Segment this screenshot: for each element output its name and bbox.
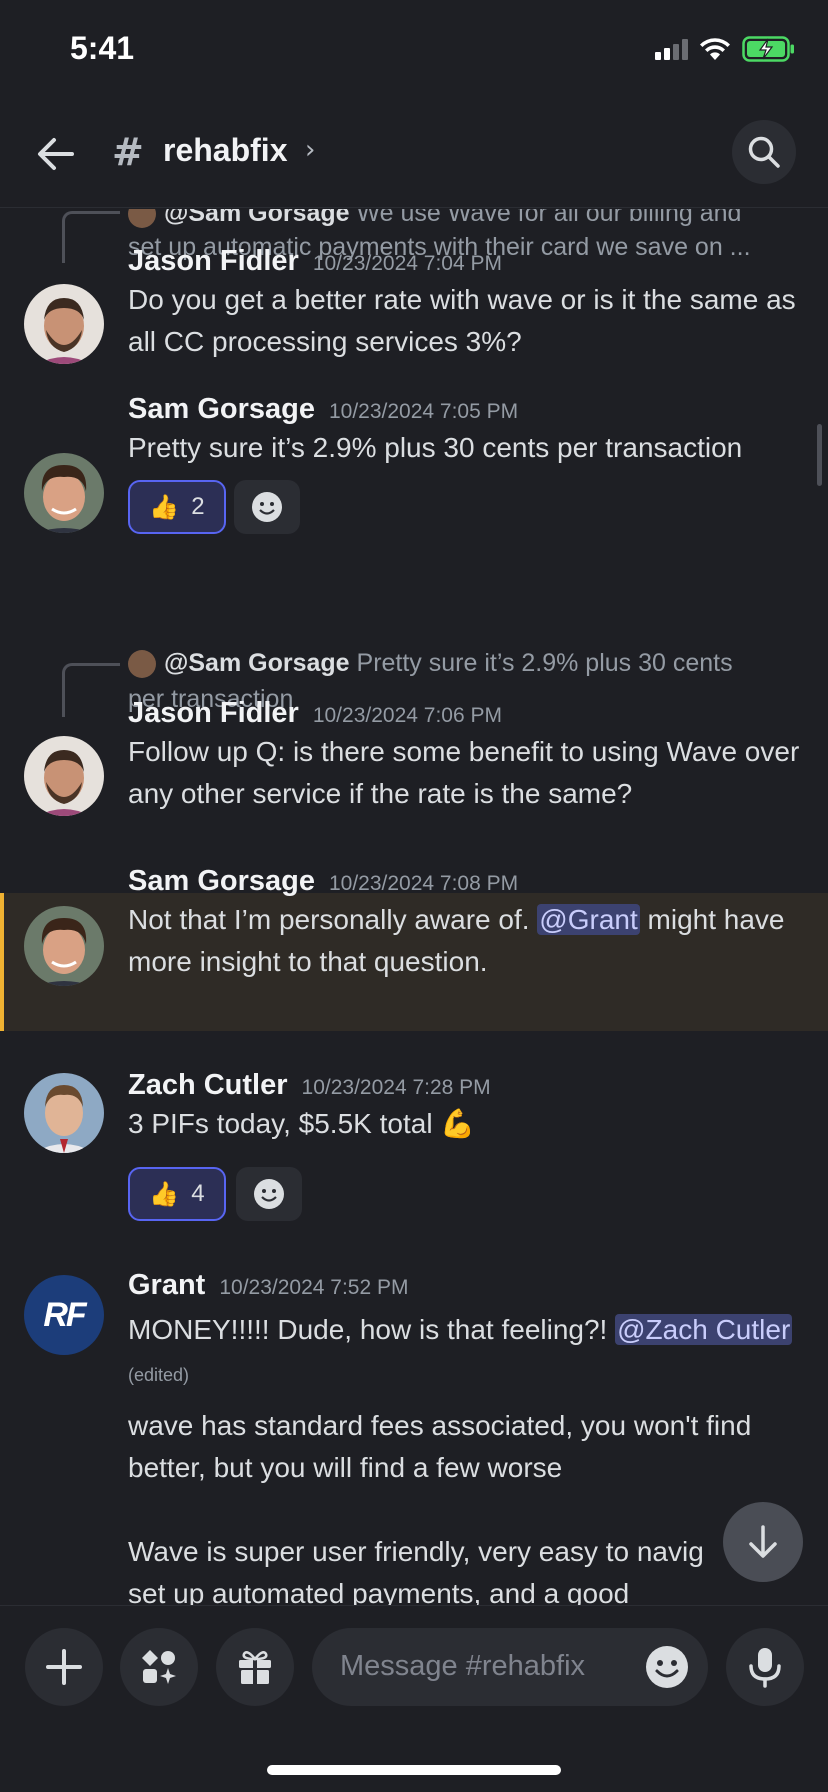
avatar-zach-cutler[interactable] — [24, 1073, 104, 1153]
message-input-placeholder: Message #rehabfix — [340, 1650, 586, 1682]
apps-icon — [142, 1650, 176, 1684]
channel-name[interactable]: rehabfix — [163, 132, 287, 169]
cellular-signal-icon — [655, 38, 688, 60]
wifi-icon — [700, 38, 730, 60]
apps-button[interactable] — [120, 1628, 198, 1706]
home-indicator[interactable] — [267, 1765, 561, 1775]
reply-snippet: Pretty sure it’s 2.9% plus 30 cents — [356, 649, 733, 677]
battery-charging-icon — [742, 36, 794, 62]
reply-avatar — [128, 650, 156, 679]
message-author[interactable]: Sam Gorsage 10/23/2024 7:05 PM — [128, 393, 518, 426]
chevron-right-icon[interactable]: › — [305, 135, 315, 165]
hash-icon: # — [112, 130, 144, 174]
voice-message-button[interactable] — [726, 1628, 804, 1706]
message-text: 3 PIFs today, $5.5K total 💪 — [128, 1108, 476, 1139]
gift-icon — [239, 1651, 271, 1684]
message-text: set up automated payments, and a good — [128, 1578, 630, 1605]
add-reaction-button[interactable] — [236, 1167, 302, 1221]
attach-button[interactable] — [25, 1628, 103, 1706]
arrow-down-icon — [749, 1525, 777, 1558]
message-text: MONEY!!!!! Dude, how is that feeling?! @… — [128, 1314, 793, 1385]
reaction-count: 2 — [191, 493, 205, 520]
message-input[interactable]: Message #rehabfix — [312, 1628, 708, 1706]
reply-preview[interactable]: @Sam Gorsage Pretty sure it’s 2.9% plus … — [128, 645, 808, 681]
avatar-logo: RF — [43, 1295, 86, 1334]
microphone-icon — [749, 1648, 781, 1688]
search-button[interactable] — [732, 120, 796, 184]
user-mention[interactable]: @Zach Cutler — [615, 1314, 793, 1345]
message-text: Follow up Q: is there some benefit to us… — [128, 736, 800, 809]
status-time: 5:41 — [70, 30, 135, 66]
status-bar: 5:41 — [0, 0, 828, 100]
channel-header: # rehabfix › — [0, 100, 828, 208]
reaction-count: 4 — [191, 1180, 205, 1207]
message-timestamp: 10/23/2024 7:06 PM — [312, 704, 502, 727]
message-author[interactable]: Zach Cutler 10/23/2024 7:28 PM — [128, 1069, 491, 1102]
reply-author: @Sam Gorsage — [164, 209, 350, 227]
user-mention[interactable]: @Grant — [537, 904, 640, 935]
message-text: Not that I’m personally aware of. @Grant… — [128, 904, 785, 977]
message-timestamp: 10/23/2024 7:05 PM — [328, 400, 519, 423]
reply-author: @Sam Gorsage — [164, 649, 350, 677]
thumbs-up-emoji: 👍 — [149, 493, 180, 521]
thumbs-up-emoji: 👍 — [149, 1180, 180, 1208]
avatar-jason-fidler[interactable] — [24, 736, 104, 816]
message-timestamp: 10/23/2024 7:28 PM — [301, 1076, 491, 1099]
scrollbar-thumb[interactable] — [817, 424, 822, 486]
message-timestamp: 10/23/2024 7:52 PM — [219, 1276, 409, 1299]
message-text: Pretty sure it’s 2.9% plus 30 cents per … — [128, 432, 743, 463]
search-icon — [748, 136, 780, 168]
arrow-left-icon — [38, 138, 74, 170]
reaction-thumbs-up[interactable]: 👍 4 — [128, 1167, 226, 1221]
message-text: Do you get a better rate with wave or is… — [128, 284, 796, 357]
avatar-grant[interactable]: RF — [24, 1275, 104, 1355]
smiley-icon — [252, 492, 282, 522]
reaction-thumbs-up[interactable]: 👍 2 — [128, 480, 226, 534]
reply-snippet: We use Wave for all our billing and — [356, 209, 742, 227]
reply-avatar — [128, 209, 156, 229]
reply-connector — [62, 663, 120, 717]
message-author[interactable]: Jason Fidler 10/23/2024 7:04 PM — [128, 245, 502, 278]
message-composer: Message #rehabfix — [0, 1605, 828, 1735]
message-text: Wave is super user friendly, very easy t… — [128, 1536, 704, 1567]
smiley-icon — [254, 1179, 284, 1209]
status-icons — [655, 36, 796, 62]
back-button[interactable] — [30, 128, 82, 180]
reply-connector — [62, 211, 120, 263]
message-author[interactable]: Jason Fidler 10/23/2024 7:06 PM — [128, 697, 502, 730]
jump-to-present-button[interactable] — [723, 1502, 803, 1582]
message-timestamp: 10/23/2024 7:04 PM — [312, 252, 502, 275]
avatar-sam-gorsage[interactable] — [24, 906, 104, 986]
message-text: wave has standard fees associated, you w… — [128, 1410, 752, 1483]
message-list[interactable]: @Sam Gorsage We use Wave for all our bil… — [0, 209, 828, 1605]
edited-label: (edited) — [128, 1365, 190, 1385]
plus-icon — [46, 1649, 82, 1685]
message-author[interactable]: Sam Gorsage 10/23/2024 7:08 PM — [128, 865, 518, 898]
avatar-sam-gorsage[interactable] — [24, 453, 104, 533]
message-timestamp: 10/23/2024 7:08 PM — [328, 872, 519, 895]
avatar-jason-fidler[interactable] — [24, 284, 104, 364]
gift-button[interactable] — [216, 1628, 294, 1706]
emoji-picker-icon[interactable] — [644, 1644, 690, 1690]
reply-preview[interactable]: @Sam Gorsage We use Wave for all our bil… — [128, 209, 808, 231]
add-reaction-button[interactable] — [234, 480, 300, 534]
message-author[interactable]: Grant 10/23/2024 7:52 PM — [128, 1269, 409, 1302]
